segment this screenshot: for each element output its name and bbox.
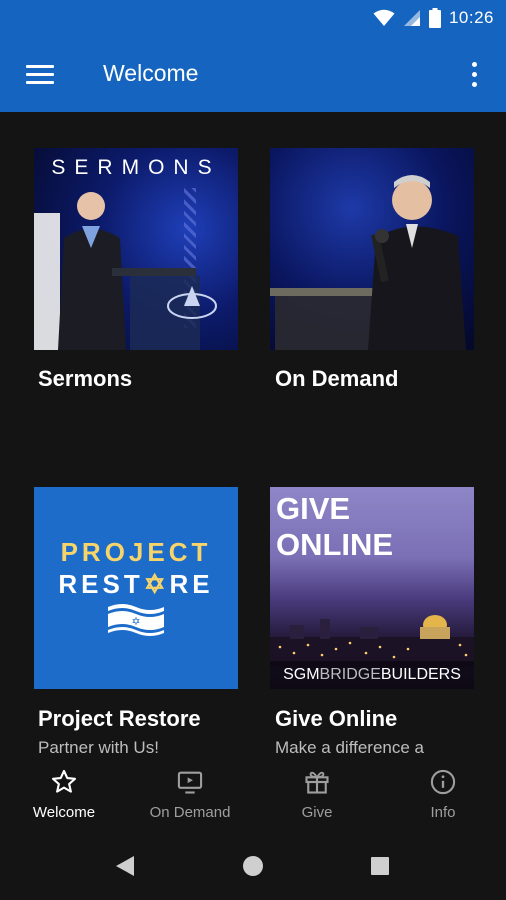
tile-on-demand-title: On Demand: [275, 366, 399, 391]
recents-icon[interactable]: [370, 856, 390, 876]
sermons-image-text: SERMONS: [51, 156, 221, 179]
status-time: 10:26: [448, 8, 494, 27]
more-options-icon[interactable]: [464, 62, 484, 88]
svg-text:✡: ✡: [131, 615, 140, 628]
info-icon: [430, 769, 456, 795]
wifi-icon: [373, 9, 395, 26]
project-restore-image: PROJECT REST✡RE ✡: [34, 487, 238, 689]
star-icon: [51, 769, 77, 793]
nav-label-welcome: Welcome: [32, 804, 96, 821]
sermons-image: SERMONS: [34, 148, 238, 350]
give-online-image-text: GIVE ONLINE: [276, 491, 394, 562]
signal-icon: [403, 10, 420, 26]
home-icon[interactable]: [242, 855, 264, 877]
jerusalem-skyline: [270, 615, 474, 667]
nav-item-on-demand[interactable]: On Demand: [135, 758, 245, 830]
nav-label-info: Info: [430, 804, 456, 821]
tile-project-restore[interactable]: PROJECT REST✡RE ✡: [34, 487, 238, 689]
nav-label-give: Give: [301, 804, 333, 821]
battery-icon: [428, 8, 441, 28]
menu-icon[interactable]: [26, 65, 54, 85]
status-icons: 10:26: [373, 6, 494, 30]
bottom-navigation: Welcome On Demand Give Info: [0, 758, 506, 830]
israel-flag-icon: ✡: [108, 604, 164, 636]
give-online-image: GIVE ONLINE SGMBRIDGEBUILDERS: [270, 487, 474, 689]
tile-on-demand[interactable]: [270, 148, 474, 350]
star-of-david-glyph: ✡: [143, 569, 170, 599]
tile-project-restore-title: Project Restore: [38, 706, 201, 731]
nav-item-info[interactable]: Info: [388, 758, 498, 830]
nav-item-give[interactable]: Give: [262, 758, 372, 830]
tv-icon: [177, 771, 203, 794]
project-restore-image-text-line2: REST✡RE: [58, 569, 214, 599]
system-navigation-bar: [0, 830, 506, 900]
back-icon[interactable]: [114, 854, 136, 878]
tile-sermons[interactable]: SERMONS: [34, 148, 238, 350]
tile-give-online-subtitle: Make a difference a: [275, 738, 424, 757]
preacher-figure: [34, 192, 217, 350]
gift-icon: [305, 771, 329, 794]
page-title: Welcome: [103, 60, 199, 86]
tile-sermons-title: Sermons: [38, 366, 133, 391]
tile-give-online[interactable]: GIVE ONLINE SGMBRIDGEBUILDERS: [270, 487, 474, 689]
project-restore-image-text-line1: PROJECT: [60, 537, 212, 567]
on-demand-image: [270, 148, 474, 350]
status-bar: 10:26: [0, 0, 506, 36]
nav-label-on-demand: On Demand: [149, 804, 231, 821]
tile-give-online-title: Give Online: [275, 706, 398, 731]
nav-item-welcome[interactable]: Welcome: [9, 758, 119, 830]
app-bar: Welcome: [0, 36, 506, 112]
sgm-bridge-builders-logo: SGMBRIDGEBUILDERS: [270, 661, 474, 689]
tile-project-restore-subtitle: Partner with Us!: [38, 738, 159, 757]
speaker-figure: [270, 175, 466, 350]
